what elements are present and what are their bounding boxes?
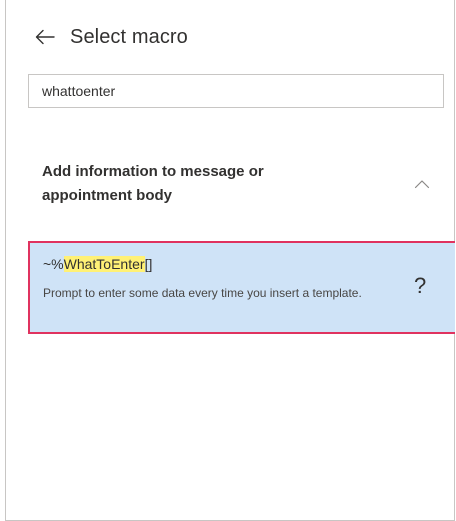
macro-name-match-highlight: WhatToEnter (63, 256, 145, 272)
macro-group-title: Add information to message or appointmen… (42, 163, 264, 204)
panel-header: Select macro (33, 22, 188, 52)
arrow-left-icon (35, 29, 55, 45)
macro-name-suffix: [] (144, 256, 153, 272)
macro-list-item[interactable]: ~%WhatToEnter[] Prompt to enter some dat… (28, 241, 455, 334)
chevron-up-icon[interactable] (414, 178, 430, 190)
macro-group-header[interactable]: Add information to message or appointmen… (28, 150, 444, 220)
search-input[interactable] (28, 74, 444, 108)
help-icon[interactable]: ? (414, 273, 426, 299)
back-button[interactable] (33, 25, 57, 49)
macro-description: Prompt to enter some data every time you… (43, 286, 362, 300)
page-title: Select macro (70, 25, 188, 48)
macro-name-prefix: ~% (43, 256, 64, 272)
macro-name: ~%WhatToEnter[] (43, 256, 152, 272)
